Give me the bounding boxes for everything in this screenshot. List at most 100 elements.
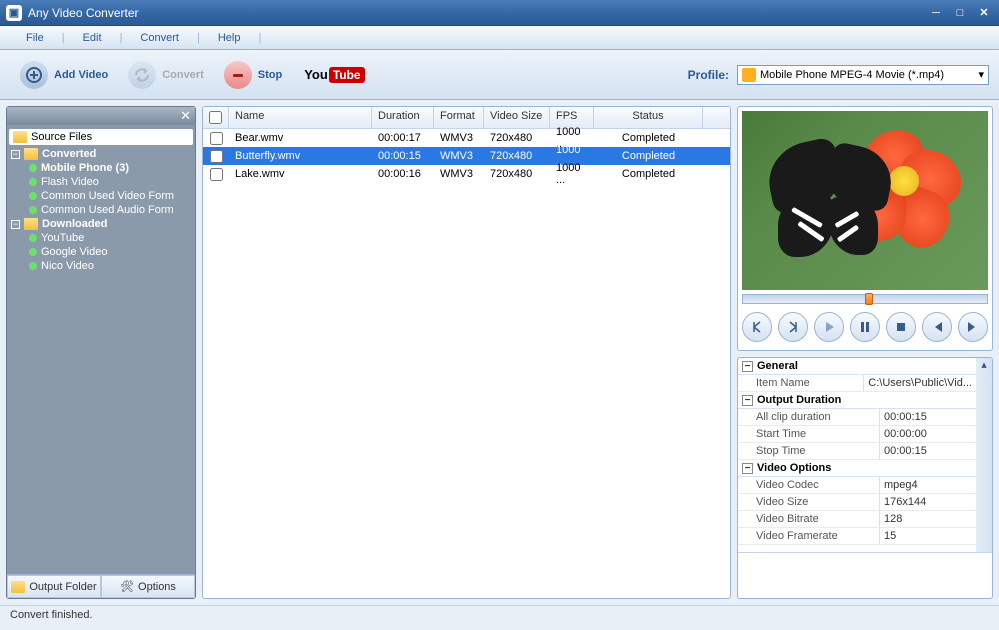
property-section-header[interactable]: −General [738,358,976,375]
mark-out-button[interactable] [778,312,808,342]
tree-item[interactable]: Flash Video [27,175,193,189]
property-value[interactable]: 00:00:15 [880,409,976,425]
property-value[interactable]: 00:00:15 [880,443,976,459]
menu-edit[interactable]: Edit [69,29,116,47]
cell-video-size: 720x480 [484,167,550,181]
property-value[interactable]: 128 [880,511,976,527]
collapse-icon[interactable]: − [11,220,20,229]
row-checkbox[interactable] [203,131,229,146]
table-row[interactable]: Lake.wmv 00:00:16 WMV3 720x480 1000 ... … [203,165,730,183]
property-row[interactable]: Video Codecmpeg4 [738,477,976,494]
minimize-button[interactable]: ─ [927,6,945,20]
grid-header-format[interactable]: Format [434,107,484,128]
seek-bar[interactable] [742,294,988,304]
grid-header-checkbox[interactable] [203,107,229,128]
property-row[interactable]: All clip duration00:00:15 [738,409,976,426]
youtube-you-text: You [304,67,328,82]
collapse-icon[interactable]: − [742,463,753,474]
file-grid: Name Duration Format Video Size FPS Stat… [202,106,731,599]
tree-group[interactable]: −Downloaded [9,217,193,231]
bullet-icon [29,178,37,186]
property-row[interactable]: Start Time00:00:00 [738,426,976,443]
tree-item[interactable]: YouTube [27,231,193,245]
property-value[interactable]: 00:00:00 [880,426,976,442]
row-checkbox[interactable] [203,149,229,164]
property-value[interactable]: 176x144 [880,494,976,510]
property-row[interactable]: Stop Time00:00:15 [738,443,976,460]
folder-icon [13,131,27,143]
table-row[interactable]: Bear.wmv 00:00:17 WMV3 720x480 1000 ... … [203,129,730,147]
profile-label: Profile: [688,68,729,82]
tree-item[interactable]: Common Used Audio Form [27,203,193,217]
folder-icon [24,148,38,160]
menu-file[interactable]: File [12,29,58,47]
property-row[interactable]: Video Size176x144 [738,494,976,511]
cell-format: WMV3 [434,167,484,181]
property-row[interactable]: Video Bitrate128 [738,511,976,528]
property-row[interactable]: Video Framerate15 [738,528,976,545]
tree-item[interactable]: Mobile Phone (3) [27,161,193,175]
property-value[interactable]: mpeg4 [880,477,976,493]
add-video-button[interactable]: Add Video [10,57,118,93]
bullet-icon [29,248,37,256]
stop-icon [224,61,252,89]
tree-group[interactable]: −Converted [9,147,193,161]
folder-icon [11,581,25,593]
cell-name: Butterfly.wmv [229,149,372,163]
grid-header-video-size[interactable]: Video Size [484,107,550,128]
stop-playback-button[interactable] [886,312,916,342]
property-key: Start Time [738,426,880,442]
play-button[interactable] [814,312,844,342]
status-bar: Convert finished. [0,605,999,627]
profile-icon [742,68,756,82]
sidebar: ✕ Source Files −ConvertedMobile Phone (3… [6,106,196,599]
grid-header-status[interactable]: Status [594,107,703,128]
row-checkbox[interactable] [203,167,229,182]
menu-bar: File | Edit | Convert | Help | [0,26,999,50]
close-button[interactable]: ✕ [975,6,993,20]
tree-item[interactable]: Google Video [27,245,193,259]
properties-scrollbar[interactable]: ▴ [976,358,992,552]
preview-image [742,111,988,290]
property-key: All clip duration [738,409,880,425]
grid-header-duration[interactable]: Duration [372,107,434,128]
cell-format: WMV3 [434,149,484,163]
sidebar-close-icon[interactable]: ✕ [180,108,191,124]
collapse-icon[interactable]: − [11,150,20,159]
seek-handle[interactable] [865,293,873,305]
add-video-icon [20,61,48,89]
youtube-button[interactable]: You Tube [304,67,364,83]
bullet-icon [29,164,37,172]
grid-header-name[interactable]: Name [229,107,372,128]
stop-button[interactable]: Stop [214,57,292,93]
chevron-down-icon: ▾ [978,68,984,81]
options-button[interactable]: 🛠 Options [101,575,195,598]
collapse-icon[interactable]: − [742,395,753,406]
convert-button[interactable]: Convert [118,57,214,93]
property-section-header[interactable]: −Output Duration [738,392,976,409]
tree-item[interactable]: Common Used Video Form [27,189,193,203]
mark-in-button[interactable] [742,312,772,342]
next-button[interactable] [958,312,988,342]
prev-button[interactable] [922,312,952,342]
output-folder-button[interactable]: Output Folder [7,575,101,598]
profile-select[interactable]: Mobile Phone MPEG-4 Movie (*.mp4) ▾ [737,65,989,85]
property-value[interactable]: 15 [880,528,976,544]
property-key: Item Name [738,375,864,391]
property-value[interactable]: C:\Users\Public\Vid... [864,375,976,391]
tree-root-source-files[interactable]: Source Files [9,129,193,145]
bullet-icon [29,234,37,242]
pause-button[interactable] [850,312,880,342]
menu-convert[interactable]: Convert [126,29,193,47]
cell-duration: 00:00:17 [372,131,434,145]
butterfly-graphic [756,139,906,269]
collapse-icon[interactable]: − [742,361,753,372]
property-section-header[interactable]: −Video Options [738,460,976,477]
tree-item[interactable]: Nico Video [27,259,193,273]
menu-help[interactable]: Help [204,29,255,47]
table-row[interactable]: Butterfly.wmv 00:00:15 WMV3 720x480 1000… [203,147,730,165]
maximize-button[interactable]: □ [951,6,969,20]
property-row[interactable]: Item NameC:\Users\Public\Vid... [738,375,976,392]
cell-duration: 00:00:16 [372,167,434,181]
property-key: Video Framerate [738,528,880,544]
